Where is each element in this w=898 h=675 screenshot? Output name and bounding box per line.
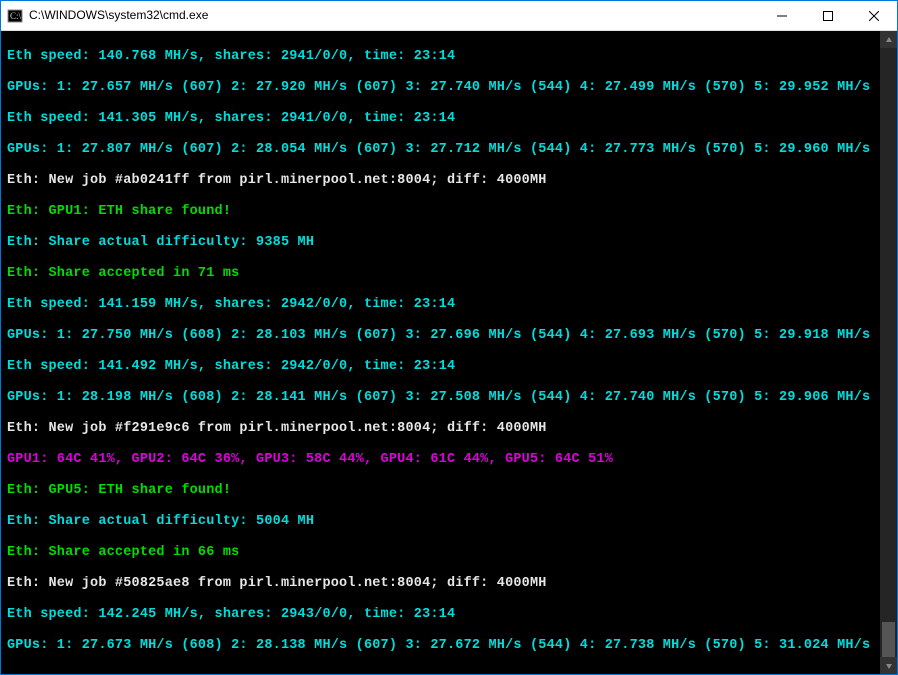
svg-text:C:\: C:\ <box>10 11 22 21</box>
cmd-icon: C:\ <box>7 8 23 24</box>
log-line: GPUs: 1: 27.673 MH/s (608) 2: 28.138 MH/… <box>7 638 876 654</box>
log-line: GPUs: 1: 27.657 MH/s (607) 2: 27.920 MH/… <box>7 80 876 96</box>
scrollbar-thumb[interactable] <box>882 622 895 657</box>
terminal-area: Eth speed: 140.768 MH/s, shares: 2941/0/… <box>1 31 897 674</box>
log-line: Eth: Share actual difficulty: 9385 MH <box>7 235 876 251</box>
vertical-scrollbar[interactable] <box>880 31 897 674</box>
log-line: Eth speed: 141.305 MH/s, shares: 2941/0/… <box>7 111 876 127</box>
terminal-output[interactable]: Eth speed: 140.768 MH/s, shares: 2941/0/… <box>1 31 880 674</box>
scroll-up-button[interactable] <box>880 31 897 48</box>
log-line: GPUs: 1: 27.750 MH/s (608) 2: 28.103 MH/… <box>7 328 876 344</box>
log-line: Eth: New job #50825ae8 from pirl.minerpo… <box>7 576 876 592</box>
log-line: Eth: New job #ab0241ff from pirl.minerpo… <box>7 173 876 189</box>
log-line: GPUs: 1: 28.198 MH/s (608) 2: 28.141 MH/… <box>7 390 876 406</box>
log-line: Eth speed: 141.159 MH/s, shares: 2942/0/… <box>7 297 876 313</box>
cmd-window: C:\ C:\WINDOWS\system32\cmd.exe Eth spee… <box>0 0 898 675</box>
log-line: Eth speed: 140.768 MH/s, shares: 2941/0/… <box>7 49 876 65</box>
titlebar[interactable]: C:\ C:\WINDOWS\system32\cmd.exe <box>1 1 897 31</box>
log-line: Eth: Share actual difficulty: 5004 MH <box>7 514 876 530</box>
log-line: Eth speed: 142.245 MH/s, shares: 2943/0/… <box>7 607 876 623</box>
log-line: GPUs: 1: 27.807 MH/s (607) 2: 28.054 MH/… <box>7 142 876 158</box>
maximize-button[interactable] <box>805 1 851 30</box>
scrollbar-track[interactable] <box>880 48 897 657</box>
log-line: Eth: New job #f291e9c6 from pirl.minerpo… <box>7 421 876 437</box>
window-title: C:\WINDOWS\system32\cmd.exe <box>29 9 759 23</box>
log-line: Eth: GPU1: ETH share found! <box>7 204 876 220</box>
scroll-down-button[interactable] <box>880 657 897 674</box>
log-line: GPU1: 64C 41%, GPU2: 64C 36%, GPU3: 58C … <box>7 452 876 468</box>
log-line: Eth speed: 141.492 MH/s, shares: 2942/0/… <box>7 359 876 375</box>
window-controls <box>759 1 897 30</box>
log-line: Eth: GPU5: ETH share found! <box>7 483 876 499</box>
log-line: Eth: Share accepted in 71 ms <box>7 266 876 282</box>
close-button[interactable] <box>851 1 897 30</box>
log-line: Eth: Share accepted in 66 ms <box>7 545 876 561</box>
minimize-button[interactable] <box>759 1 805 30</box>
